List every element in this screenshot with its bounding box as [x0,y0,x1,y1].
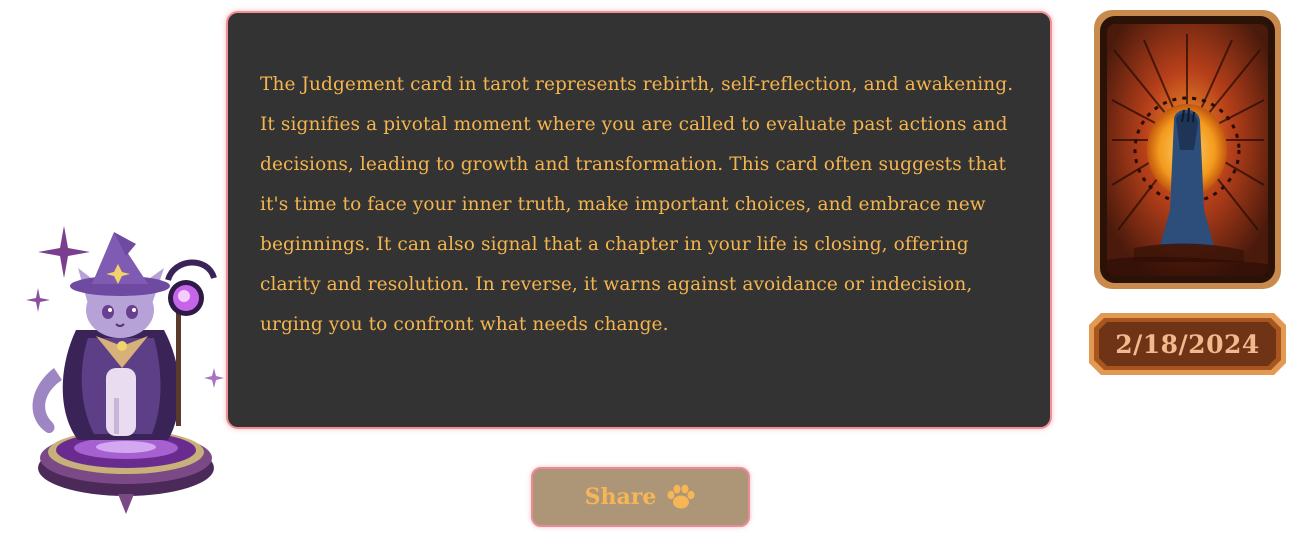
share-button[interactable]: Share [531,467,750,527]
wizard-cat-mascot [18,218,238,518]
date-text: 2/18/2024 [1115,329,1260,359]
date-badge: 2/18/2024 [1087,311,1288,377]
judgement-tarot-card[interactable] [1094,10,1281,289]
reading-text: The Judgement card in tarot represents r… [260,74,1014,335]
paw-icon [666,484,696,510]
reading-panel: The Judgement card in tarot represents r… [226,11,1052,429]
share-label: Share [584,484,657,510]
